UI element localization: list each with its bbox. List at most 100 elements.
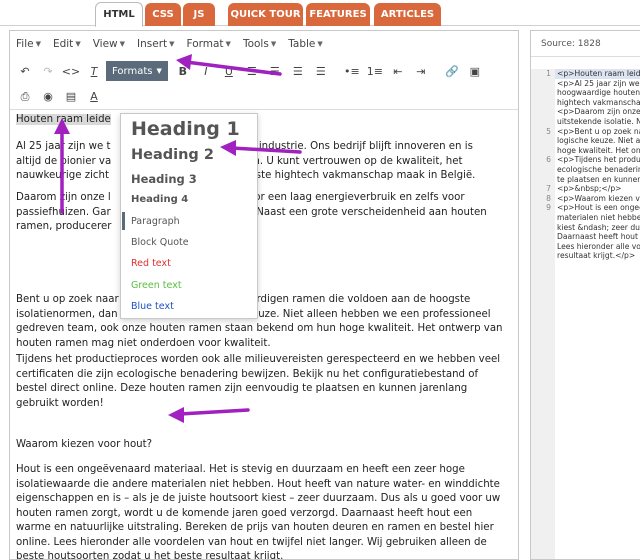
tab-html[interactable]: HTML xyxy=(95,2,143,27)
align-center-icon[interactable]: ☰ xyxy=(264,61,286,81)
format-green-text[interactable]: Green text xyxy=(131,280,182,291)
line-number: 8 xyxy=(546,193,551,203)
line-number: 7 xyxy=(546,184,551,194)
bullet-list-icon[interactable]: •≡ xyxy=(341,61,363,81)
image-icon[interactable]: ▣ xyxy=(464,61,486,81)
formats-label: Formats xyxy=(112,65,153,77)
toolbar-row-1: ↶ ↷ <> T Formats ▼ B I U ☰ ☰ ☰ ☰ •≡ 1≡ ⇤ … xyxy=(10,58,518,84)
align-left-icon[interactable]: ☰ xyxy=(241,61,263,81)
clear-formatting-icon[interactable]: T xyxy=(83,61,105,81)
source-code-line: hoge kwaliteit. Het on xyxy=(557,145,640,155)
selected-marker xyxy=(122,212,125,230)
source-code-line: <p>Hout is een ongeê xyxy=(557,203,640,213)
line-number: 9 xyxy=(546,203,551,213)
align-justify-icon[interactable]: ☰ xyxy=(310,61,332,81)
source-code-line: ecologische benaderin xyxy=(557,165,640,174)
source-code-line: <p>Houten raam leide xyxy=(557,69,640,78)
indent-icon[interactable]: ⇥ xyxy=(410,61,432,81)
source-code-line: <p>Daarom zijn onze xyxy=(557,107,640,117)
undo-icon[interactable]: ↶ xyxy=(14,61,36,81)
numbered-list-icon[interactable]: 1≡ xyxy=(364,61,386,81)
heading-why-wood: Waarom kiezen voor hout? xyxy=(16,439,153,450)
format-heading-4[interactable]: Heading 4 xyxy=(131,194,188,205)
format-red-text[interactable]: Red text xyxy=(131,258,171,269)
paragraph-5: Hout is een ongeëvenaard materiaal. Het … xyxy=(16,464,501,560)
chevron-down-icon: ▼ xyxy=(270,40,277,48)
toolbar-row-2: ⎙ ◉ ▤ A xyxy=(10,84,518,110)
source-header: Source: 1828 xyxy=(531,31,640,57)
formats-dropdown-button[interactable]: Formats ▼ xyxy=(106,61,168,81)
line-number: 1 xyxy=(546,69,551,78)
source-code-line: kiest &ndash; zeer du xyxy=(557,222,640,232)
outdent-icon[interactable]: ⇤ xyxy=(387,61,409,81)
menu-table[interactable]: Table ▼ xyxy=(288,38,323,50)
source-code-line: materialen niet hebbe xyxy=(557,213,640,222)
source-code-line: logische keuze. Niet a xyxy=(557,136,640,146)
format-heading-2[interactable]: Heading 2 xyxy=(131,147,214,163)
source-code-line: te plaatsen en kunnen xyxy=(557,174,640,184)
preview-icon[interactable]: ◉ xyxy=(37,87,59,107)
line-number: 6 xyxy=(546,155,551,165)
source-code-line: <p>Waarom kiezen vo xyxy=(557,193,640,203)
menu-insert-label: Insert xyxy=(137,38,168,50)
source-code-line: uitstekende isolatie. N xyxy=(557,117,640,126)
menu-file-label: File xyxy=(16,38,34,50)
source-code-line: <p>Tijdens het produc xyxy=(557,155,640,165)
source-code-line: hightech vakmanschap xyxy=(557,97,640,107)
top-tab-bar: HTML CSS JS QUICK TOUR FEATURES ARTICLES xyxy=(0,0,640,27)
menu-view[interactable]: View ▼ xyxy=(93,38,125,50)
chevron-down-icon: ▼ xyxy=(119,40,126,48)
media-icon[interactable]: ▤ xyxy=(60,87,82,107)
source-code-line: Lees hieronder alle vo xyxy=(557,241,640,251)
menu-edit-label: Edit xyxy=(52,38,74,50)
chevron-down-icon: ▼ xyxy=(169,40,175,48)
source-code-line: hoogwaardige houten xyxy=(557,88,640,98)
link-icon[interactable]: 🔗 xyxy=(441,61,463,81)
chevron-down-icon: ▼ xyxy=(156,67,162,75)
paragraph-2: Daarom zijn onze lt voor een laag energi… xyxy=(16,192,487,232)
content-title: Houten raam leide xyxy=(16,114,111,125)
source-code-line: resultaat krijgt.</p> xyxy=(557,251,636,261)
format-heading-1[interactable]: Heading 1 xyxy=(131,118,240,140)
tab-css[interactable]: CSS xyxy=(145,3,181,26)
source-code-line: Daarnaast heeft hout xyxy=(557,232,638,242)
underline-icon[interactable]: U xyxy=(218,61,240,81)
menu-format-label: Format xyxy=(186,38,224,50)
chevron-down-icon: ▼ xyxy=(75,40,81,48)
menu-view-label: View xyxy=(92,38,118,50)
format-blue-text[interactable]: Blue text xyxy=(131,301,174,312)
chevron-down-icon: ▼ xyxy=(317,40,323,48)
tab-js[interactable]: JS xyxy=(183,3,215,26)
menu-format[interactable]: Format ▼ xyxy=(187,38,231,50)
menu-table-label: Table xyxy=(288,38,316,50)
formats-dropdown-menu: Heading 1 Heading 2 Heading 3 Heading 4 … xyxy=(120,113,258,319)
paragraph-4: Tijdens het productieproces worden ook a… xyxy=(16,354,501,409)
menu-file[interactable]: File ▼ xyxy=(16,38,41,50)
tab-articles[interactable]: ARTICLES xyxy=(374,3,441,26)
format-heading-3[interactable]: Heading 3 xyxy=(131,172,197,186)
tab-quick-tour[interactable]: QUICK TOUR xyxy=(228,3,303,26)
italic-icon[interactable]: I xyxy=(195,61,217,81)
menu-bar: File ▼ Edit ▼ View ▼ Insert ▼ Format ▼ Tools ▼… xyxy=(10,31,518,57)
chevron-down-icon: ▼ xyxy=(35,40,41,48)
bold-icon[interactable]: B xyxy=(172,61,194,81)
align-right-icon[interactable]: ☰ xyxy=(287,61,309,81)
line-number: 5 xyxy=(546,126,551,136)
print-icon[interactable]: ⎙ xyxy=(14,87,36,107)
redo-icon[interactable]: ↷ xyxy=(37,61,59,81)
paragraph-1: Al 25 jaar zijn we tn raamindustrie. Ons… xyxy=(16,141,476,181)
line-gutter xyxy=(531,69,555,559)
tab-features[interactable]: FEATURES xyxy=(306,3,370,26)
format-block-quote[interactable]: Block Quote xyxy=(131,237,189,248)
source-code-line: <p>&nbsp;</p> xyxy=(557,184,622,194)
wysiwyg-editor: File ▼ Edit ▼ View ▼ Insert ▼ Format ▼ Tools ▼… xyxy=(9,30,519,560)
menu-edit[interactable]: Edit ▼ xyxy=(53,38,81,50)
code-icon[interactable]: <> xyxy=(60,61,82,81)
format-paragraph[interactable]: Paragraph xyxy=(131,216,180,227)
source-code-line: <p>Al 25 jaar zijn we xyxy=(557,78,640,88)
text-color-icon[interactable]: A xyxy=(83,87,105,107)
source-code-line: <p>Bent u op zoek na xyxy=(557,126,640,136)
menu-tools[interactable]: Tools ▼ xyxy=(243,38,276,50)
menu-insert[interactable]: Insert ▼ xyxy=(137,38,175,50)
paragraph-3: Bent u op zoek naar houten ramen? Wij ve… xyxy=(16,294,503,349)
